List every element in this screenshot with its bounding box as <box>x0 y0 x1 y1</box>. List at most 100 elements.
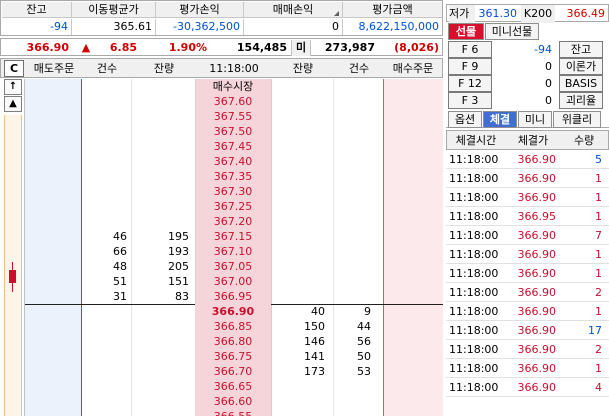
ask-order-slot[interactable] <box>25 229 81 244</box>
ask-price[interactable]: 367.50 <box>195 124 271 139</box>
buy-order-slot[interactable] <box>383 289 443 304</box>
tab-trades[interactable]: 체결 <box>483 111 517 128</box>
summary-trade-pnl-value: 0 <box>244 19 343 35</box>
ask-order-slot[interactable] <box>25 289 81 304</box>
bid-price[interactable]: 366.80 <box>195 334 271 349</box>
bid-price[interactable]: 366.75 <box>195 349 271 364</box>
buy-order-slot[interactable] <box>383 109 443 124</box>
trade-col-qty: 수량 <box>573 134 595 147</box>
sell-order-slot[interactable] <box>25 409 81 416</box>
tab-weekly[interactable]: 위클리 <box>553 111 601 128</box>
market-order-label[interactable]: 매수시장 <box>195 79 271 94</box>
buy-order-slot[interactable] <box>383 379 443 394</box>
trade-qty: 2 <box>595 343 602 356</box>
ask-price[interactable]: 367.45 <box>195 139 271 154</box>
bid-row: 366.85 150 44 <box>25 319 443 334</box>
ask-row: 31 83 366.95 <box>25 289 443 304</box>
sell-order-slot[interactable] <box>25 394 81 409</box>
buy-order-slot[interactable] <box>383 349 443 364</box>
bid-row: 366.65 <box>25 379 443 394</box>
ask-order-slot[interactable] <box>25 94 81 109</box>
buy-order-slot[interactable] <box>383 229 443 244</box>
buy-order-slot[interactable] <box>383 409 443 416</box>
bid-price[interactable]: 366.55 <box>195 409 271 416</box>
col-remain-ask: 잔량 <box>153 62 175 75</box>
bid-price[interactable]: 366.85 <box>195 319 271 334</box>
buy-order-slot[interactable] <box>383 244 443 259</box>
tab-mini-futures[interactable]: 미니선물 <box>485 23 539 40</box>
bid-row: 366.75 141 50 <box>25 349 443 364</box>
ask-order-slot[interactable] <box>25 109 81 124</box>
futures-code-button[interactable]: F 3 <box>448 92 492 109</box>
ask-order-slot[interactable] <box>25 154 81 169</box>
buy-order-slot[interactable] <box>383 394 443 409</box>
ask-order-slot[interactable] <box>25 124 81 139</box>
tab-mini[interactable]: 미니 <box>518 111 552 128</box>
bid-price[interactable]: 366.70 <box>195 364 271 379</box>
sell-order-slot[interactable] <box>25 364 81 379</box>
tab-options[interactable]: 옵션 <box>448 111 482 128</box>
ask-price[interactable]: 367.35 <box>195 169 271 184</box>
ask-price[interactable]: 367.05 <box>195 259 271 274</box>
ask-order-slot[interactable] <box>25 244 81 259</box>
futures-code-button[interactable]: F 6 <box>448 41 492 58</box>
ask-row: 66 193 367.10 <box>25 244 443 259</box>
buy-order-slot[interactable] <box>383 319 443 334</box>
buy-order-slot[interactable] <box>383 214 443 229</box>
buy-order-slot[interactable] <box>383 334 443 349</box>
sell-order-slot[interactable] <box>25 334 81 349</box>
ask-price[interactable]: 367.60 <box>195 94 271 109</box>
ask-price[interactable]: 367.25 <box>195 199 271 214</box>
info-button[interactable]: 잔고 <box>559 41 603 58</box>
bid-price[interactable]: 366.60 <box>195 394 271 409</box>
info-button[interactable]: 괴리율 <box>559 92 603 109</box>
ask-order-slot[interactable] <box>25 184 81 199</box>
sell-order-slot[interactable] <box>25 379 81 394</box>
bid-count <box>333 379 383 394</box>
buy-order-slot[interactable] <box>383 139 443 154</box>
ask-price[interactable]: 367.30 <box>195 184 271 199</box>
trade-qty: 1 <box>595 248 602 261</box>
ask-order-slot[interactable] <box>25 169 81 184</box>
current-bid-price[interactable]: 366.90 <box>195 304 271 319</box>
bid-remain <box>271 394 333 409</box>
bid-remain-empty <box>271 229 333 244</box>
ask-price[interactable]: 367.55 <box>195 109 271 124</box>
ask-remain <box>131 94 195 109</box>
ask-price[interactable]: 367.15 <box>195 229 271 244</box>
ask-price[interactable]: 366.95 <box>195 289 271 304</box>
tab-futures[interactable]: 선물 <box>448 23 484 40</box>
trade-time: 11:18:00 <box>449 191 499 204</box>
ask-order-slot[interactable] <box>25 259 81 274</box>
sell-order-slot[interactable] <box>25 319 81 334</box>
buy-order-slot[interactable] <box>383 364 443 379</box>
buy-order-slot[interactable] <box>383 259 443 274</box>
buy-order-slot[interactable] <box>383 154 443 169</box>
ask-order-slot[interactable] <box>25 274 81 289</box>
scroll-up-button[interactable]: ↑ <box>4 79 22 95</box>
info-button[interactable]: 이론가 <box>559 58 603 75</box>
ask-order-slot[interactable] <box>25 214 81 229</box>
scroll-top-button[interactable]: ▲ <box>4 96 22 112</box>
ask-price[interactable]: 367.20 <box>195 214 271 229</box>
ask-price[interactable]: 367.00 <box>195 274 271 289</box>
buy-order-slot[interactable] <box>383 199 443 214</box>
buy-order-slot[interactable] <box>383 184 443 199</box>
buy-order-slot[interactable] <box>383 274 443 289</box>
ask-price[interactable]: 367.10 <box>195 244 271 259</box>
bid-count: 50 <box>357 350 371 363</box>
futures-code-button[interactable]: F 12 <box>448 75 492 92</box>
futures-code-button[interactable]: F 9 <box>448 58 492 75</box>
low-k200-row: 저가 361.30 K200 366.49 <box>446 4 609 23</box>
ask-order-slot[interactable] <box>25 199 81 214</box>
ask-price[interactable]: 367.40 <box>195 154 271 169</box>
buy-order-slot[interactable] <box>383 169 443 184</box>
bid-price[interactable]: 366.65 <box>195 379 271 394</box>
trade-qty: 4 <box>595 381 602 394</box>
ask-order-slot[interactable] <box>25 139 81 154</box>
info-button[interactable]: BASIS <box>559 75 603 92</box>
buy-order-slot[interactable] <box>383 124 443 139</box>
clear-button[interactable]: C <box>4 60 24 77</box>
buy-order-slot[interactable] <box>383 94 443 109</box>
sell-order-slot[interactable] <box>25 349 81 364</box>
